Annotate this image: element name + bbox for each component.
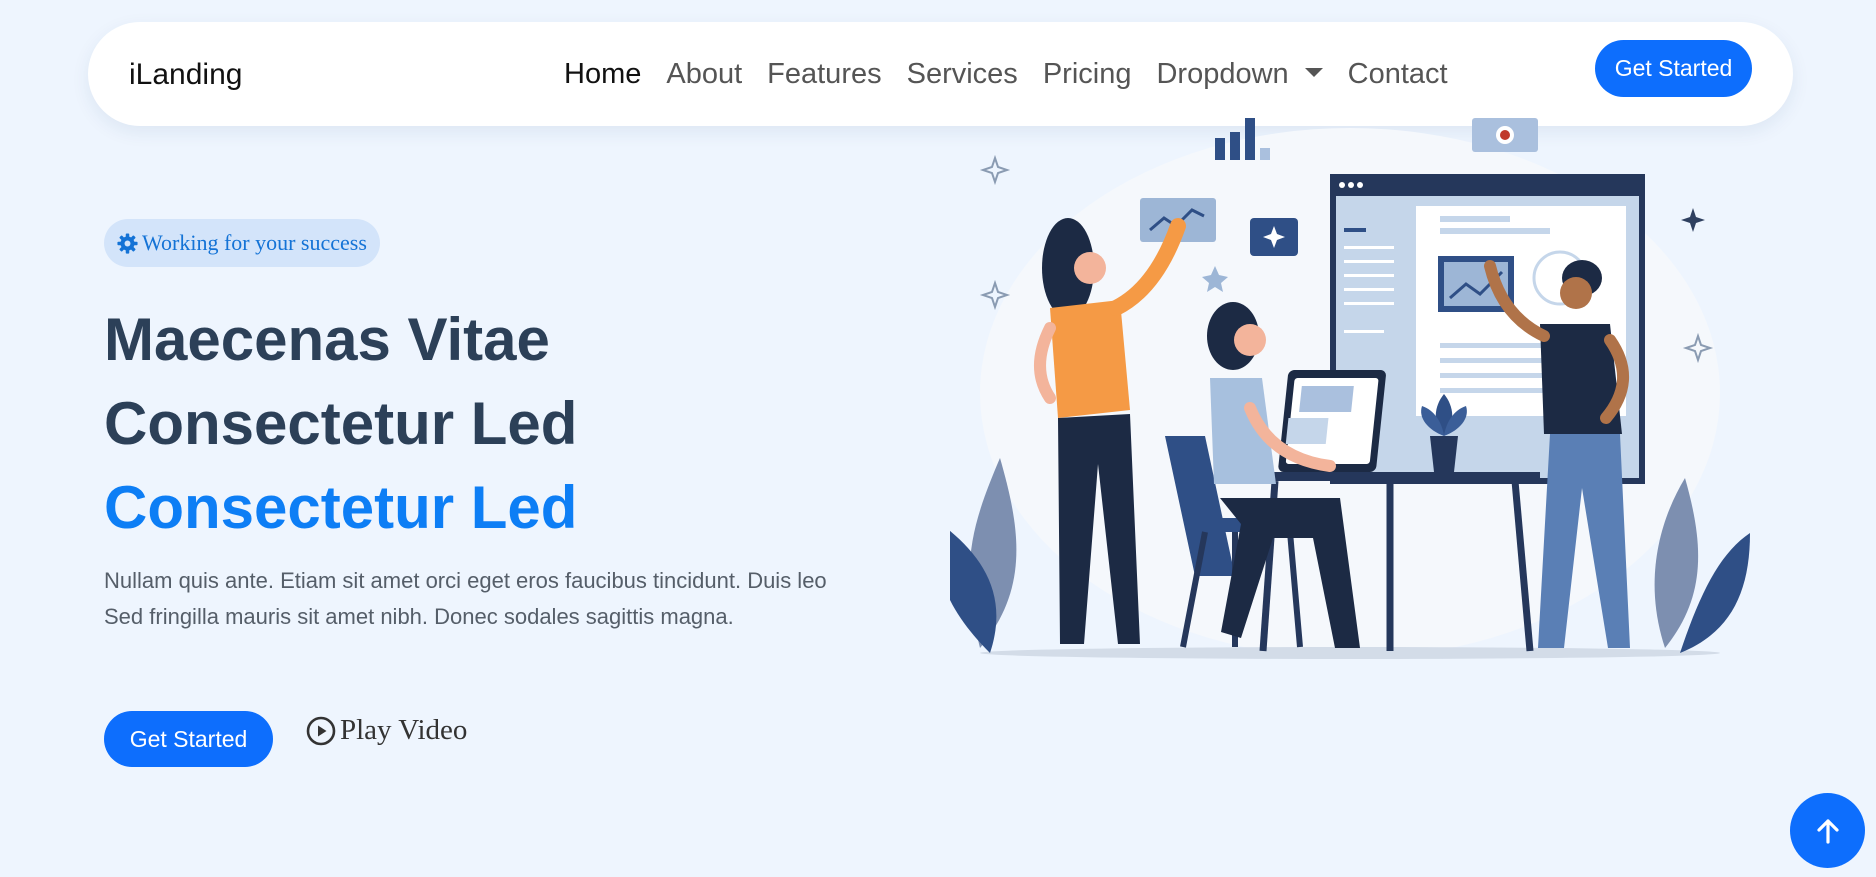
hero-description-line-2: Sed fringilla mauris sit amet nibh. Done…: [104, 604, 734, 629]
caret-down-icon: [1304, 67, 1323, 77]
nav-item-dropdown-label: Dropdown: [1156, 58, 1289, 90]
hero-title-line-2: Consectetur Led: [104, 390, 578, 457]
nav-item-home[interactable]: Home: [564, 58, 641, 91]
gear-icon: [117, 232, 138, 254]
hero-badge: Working for your success: [104, 219, 380, 267]
nav-item-features[interactable]: Features: [767, 58, 881, 91]
nav-item-services[interactable]: Services: [907, 58, 1018, 91]
hero-description: Nullam quis ante. Etiam sit amet orci eg…: [104, 563, 904, 635]
hero-title: Maecenas Vitae Consectetur Led Consectet…: [104, 298, 577, 550]
main-nav: Home About Features Services Pricing Dro…: [564, 58, 1473, 91]
nav-item-pricing[interactable]: Pricing: [1043, 58, 1132, 91]
hero-get-started-button[interactable]: Get Started: [104, 711, 273, 767]
logo[interactable]: iLanding: [129, 58, 242, 92]
nav-item-contact[interactable]: Contact: [1348, 58, 1448, 91]
nav-item-dropdown[interactable]: Dropdown: [1156, 58, 1323, 91]
hero-badge-text: Working for your success: [142, 230, 367, 255]
hero-illustration: [950, 118, 1750, 659]
arrow-up-icon: [1816, 818, 1839, 844]
hero-title-accent-line: Consectetur Led: [104, 474, 578, 541]
play-video-button[interactable]: Play Video: [306, 714, 467, 747]
navbar: iLanding Home About Features Services Pr…: [88, 22, 1793, 126]
nav-item-about[interactable]: About: [666, 58, 742, 91]
hero-title-line-1: Maecenas Vitae: [104, 306, 550, 373]
play-video-label: Play Video: [340, 714, 468, 746]
header-get-started-button[interactable]: Get Started: [1595, 40, 1752, 97]
play-circle-icon: [306, 716, 336, 745]
hero-description-line-1: Nullam quis ante. Etiam sit amet orci eg…: [104, 568, 827, 593]
scroll-top-button[interactable]: [1790, 793, 1865, 868]
